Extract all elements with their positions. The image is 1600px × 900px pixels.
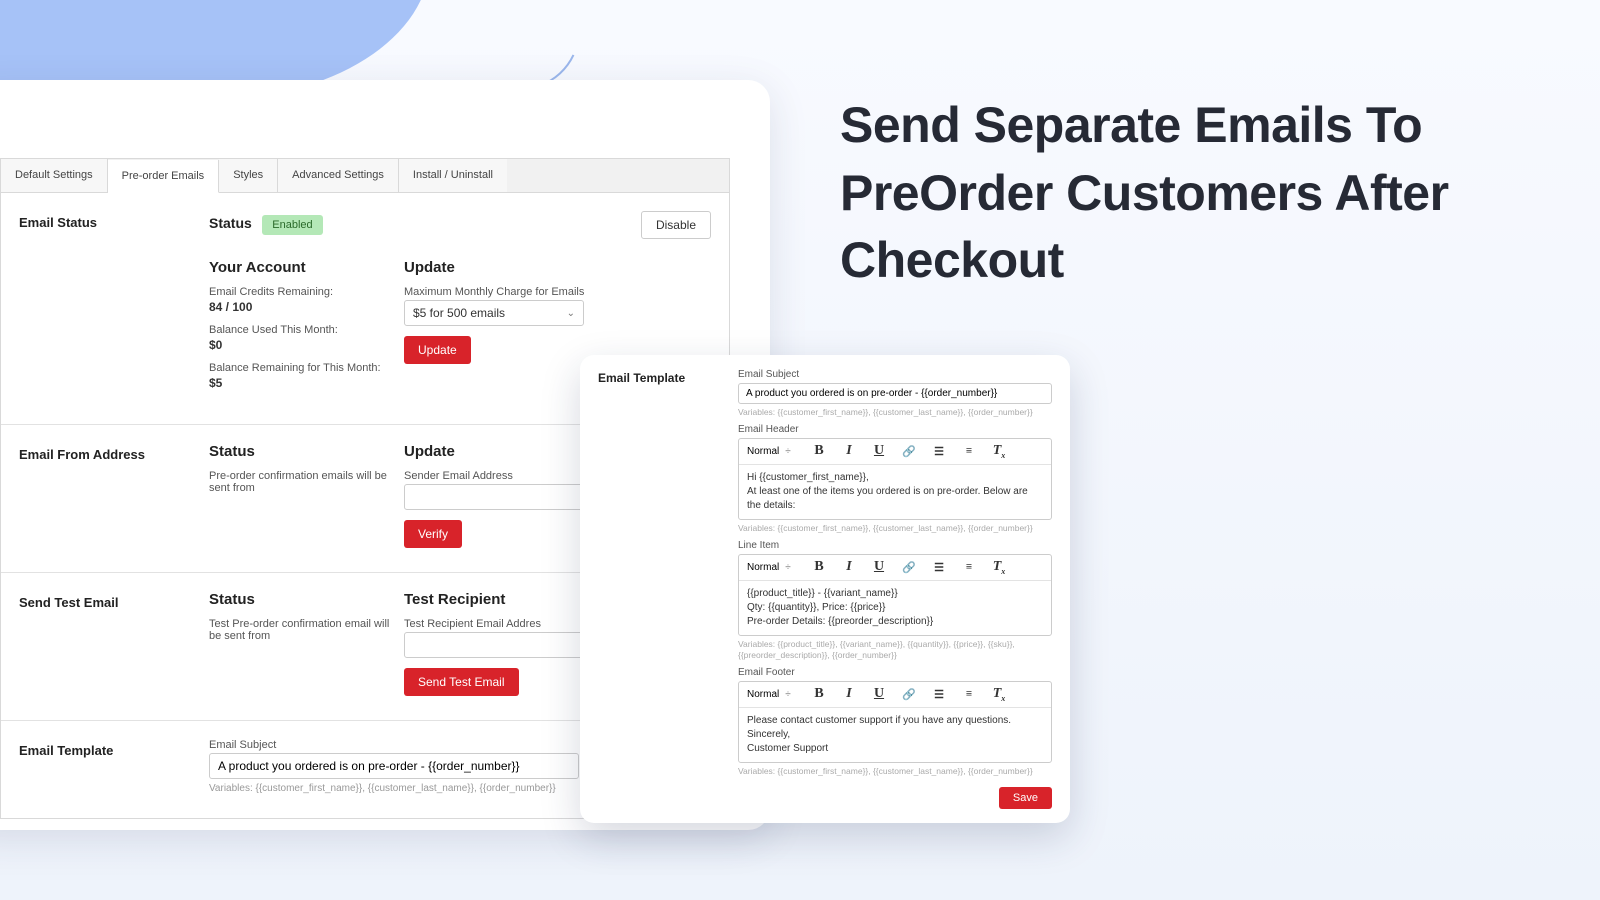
marketing-headline: Send Separate Emails To PreOrder Custome…	[840, 92, 1600, 295]
credits-label: Email Credits Remaining:	[209, 286, 404, 298]
underline-icon[interactable]: U	[871, 559, 887, 575]
status-label: Status	[209, 215, 252, 231]
caret-icon: ⌄	[567, 308, 575, 319]
bold-icon[interactable]: B	[811, 559, 827, 575]
variables-note: Variables: {{customer_first_name}}, {{cu…	[738, 407, 1052, 418]
section-label: Email Template	[19, 739, 209, 794]
update-button[interactable]: Update	[404, 336, 471, 364]
footer-line: Customer Support	[747, 742, 1043, 756]
unordered-list-icon[interactable]: ≡	[961, 561, 977, 573]
style-picker[interactable]: Normal÷	[747, 562, 797, 573]
subject-input[interactable]	[738, 383, 1052, 404]
variables-note: Variables: {{product_title}}, {{variant_…	[738, 639, 1052, 661]
ordered-list-icon[interactable]: ☰	[931, 561, 947, 574]
subject-input[interactable]	[209, 753, 579, 779]
caret-icon: ÷	[785, 446, 791, 457]
italic-icon[interactable]: I	[841, 443, 857, 459]
tab-styles[interactable]: Styles	[219, 159, 278, 192]
line-item-editor: Normal÷ B I U 🔗 ☰ ≡ Tx {{product_title}}…	[738, 554, 1052, 636]
max-charge-select[interactable]: $5 for 500 emails ⌄	[404, 300, 584, 326]
variables-note: Variables: {{customer_first_name}}, {{cu…	[738, 766, 1052, 777]
section-label: Send Test Email	[19, 591, 209, 696]
tab-default-settings[interactable]: Default Settings	[1, 159, 108, 192]
subject-label: Email Subject	[738, 369, 1052, 380]
status-heading: Status	[209, 443, 404, 460]
style-picker[interactable]: Normal÷	[747, 446, 797, 457]
bold-icon[interactable]: B	[811, 443, 827, 459]
credits-value: 84 / 100	[209, 300, 404, 314]
email-header-label: Email Header	[738, 424, 1052, 435]
ordered-list-icon[interactable]: ☰	[931, 445, 947, 458]
your-account-heading: Your Account	[209, 259, 404, 276]
editor-content[interactable]: {{product_title}} - {{variant_name}} Qty…	[739, 581, 1051, 635]
bold-icon[interactable]: B	[811, 686, 827, 702]
editor-toolbar: Normal÷ B I U 🔗 ☰ ≡ Tx	[739, 555, 1051, 581]
status-text: Test Pre-order confirmation email will b…	[209, 618, 404, 642]
caret-icon: ÷	[785, 562, 791, 573]
section-label: Email From Address	[19, 443, 209, 548]
footer-line: Sincerely,	[747, 728, 1043, 742]
email-template-panel: Email Template Email Subject Variables: …	[580, 355, 1070, 823]
editor-toolbar: Normal÷ B I U 🔗 ☰ ≡ Tx	[739, 682, 1051, 708]
verify-button[interactable]: Verify	[404, 520, 462, 548]
status-heading: Status	[209, 591, 404, 608]
status-text: Pre-order confirmation emails will be se…	[209, 470, 404, 494]
header-line: Hi {{customer_first_name}},	[747, 471, 1043, 485]
underline-icon[interactable]: U	[871, 443, 887, 459]
lineitem-line: {{product_title}} - {{variant_name}}	[747, 587, 1043, 601]
sender-email-input[interactable]	[404, 484, 584, 510]
header-line: At least one of the items you ordered is…	[747, 485, 1043, 513]
recipient-email-input[interactable]	[404, 632, 584, 658]
line-item-label: Line Item	[738, 540, 1052, 551]
italic-icon[interactable]: I	[841, 559, 857, 575]
clear-format-icon[interactable]: Tx	[991, 443, 1007, 460]
lineitem-line: Pre-order Details: {{preorder_descriptio…	[747, 615, 1043, 629]
link-icon[interactable]: 🔗	[901, 561, 917, 574]
editor-content[interactable]: Hi {{customer_first_name}}, At least one…	[739, 465, 1051, 519]
unordered-list-icon[interactable]: ≡	[961, 445, 977, 457]
update-heading: Update	[404, 259, 711, 276]
panel-label: Email Template	[598, 369, 738, 809]
tab-install-uninstall[interactable]: Install / Uninstall	[399, 159, 507, 192]
balance-remaining-label: Balance Remaining for This Month:	[209, 362, 404, 374]
link-icon[interactable]: 🔗	[901, 445, 917, 458]
balance-used-value: $0	[209, 338, 404, 352]
caret-icon: ÷	[785, 689, 791, 700]
editor-toolbar: Normal÷ B I U 🔗 ☰ ≡ Tx	[739, 439, 1051, 465]
tab-bar: Default Settings Pre-order Emails Styles…	[1, 159, 729, 193]
tab-advanced-settings[interactable]: Advanced Settings	[278, 159, 399, 192]
save-button[interactable]: Save	[999, 787, 1052, 809]
balance-used-label: Balance Used This Month:	[209, 324, 404, 336]
footer-line: Please contact customer support if you h…	[747, 714, 1043, 728]
lineitem-line: Qty: {{quantity}}, Price: {{price}}	[747, 601, 1043, 615]
editor-content[interactable]: Please contact customer support if you h…	[739, 708, 1051, 762]
tab-pre-order-emails[interactable]: Pre-order Emails	[108, 160, 220, 193]
status-badge: Enabled	[262, 215, 322, 235]
variables-note: Variables: {{customer_first_name}}, {{cu…	[738, 523, 1052, 534]
max-charge-value: $5 for 500 emails	[413, 306, 505, 320]
balance-remaining-value: $5	[209, 376, 404, 390]
max-charge-label: Maximum Monthly Charge for Emails	[404, 286, 711, 298]
ordered-list-icon[interactable]: ☰	[931, 688, 947, 701]
section-label: Email Status	[19, 211, 209, 400]
clear-format-icon[interactable]: Tx	[991, 686, 1007, 703]
email-footer-label: Email Footer	[738, 667, 1052, 678]
style-picker[interactable]: Normal÷	[747, 689, 797, 700]
link-icon[interactable]: 🔗	[901, 688, 917, 701]
disable-button[interactable]: Disable	[641, 211, 711, 239]
email-header-editor: Normal÷ B I U 🔗 ☰ ≡ Tx Hi {{customer_fir…	[738, 438, 1052, 520]
send-test-button[interactable]: Send Test Email	[404, 668, 519, 696]
clear-format-icon[interactable]: Tx	[991, 559, 1007, 576]
unordered-list-icon[interactable]: ≡	[961, 688, 977, 700]
underline-icon[interactable]: U	[871, 686, 887, 702]
italic-icon[interactable]: I	[841, 686, 857, 702]
email-footer-editor: Normal÷ B I U 🔗 ☰ ≡ Tx Please contact cu…	[738, 681, 1052, 763]
